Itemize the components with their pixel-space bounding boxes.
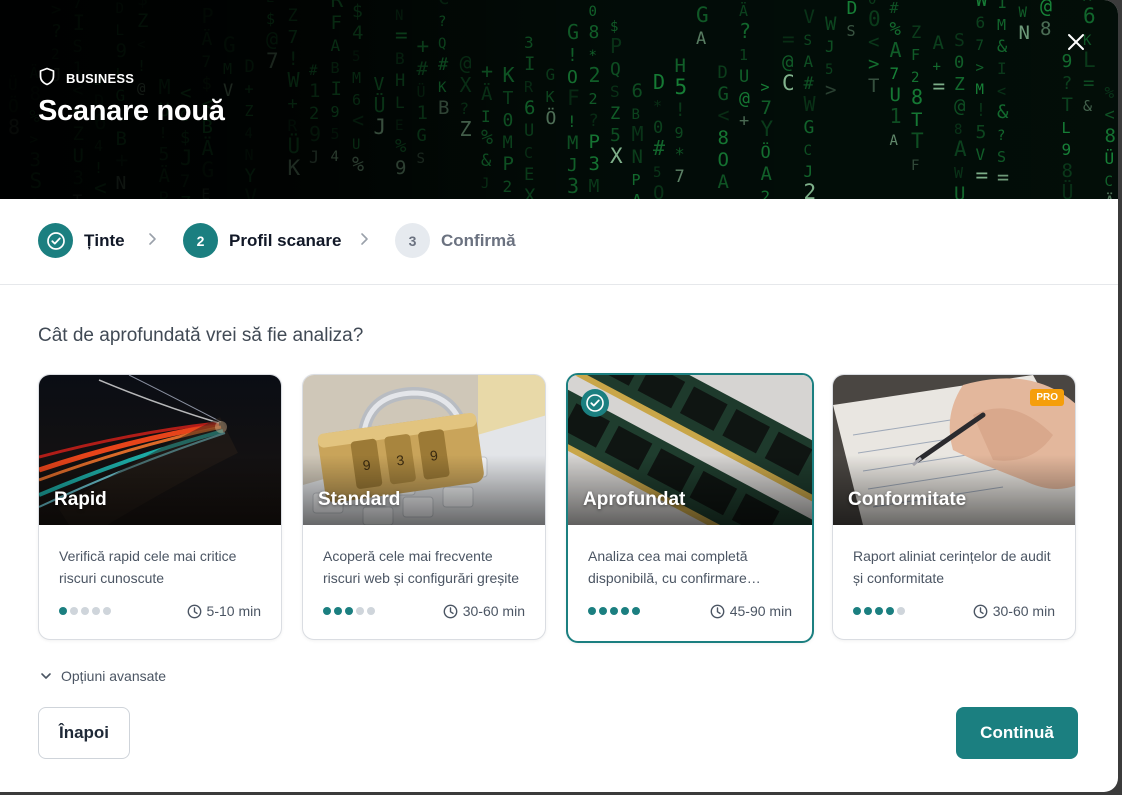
depth-dot [599, 607, 607, 615]
shield-icon [38, 67, 56, 89]
depth-dot [853, 607, 861, 615]
step-2-label: Profil scanare [229, 230, 342, 250]
depth-dot [81, 607, 89, 615]
card-description: Raport aliniat cerințelor de audit și co… [853, 548, 1051, 586]
modal-header: ÜÖ8Ä8%>3SQ>?2J7IS1<6ZU3TDD64!<DL9LG<B+N$… [0, 0, 1118, 199]
depth-dot [897, 607, 905, 615]
step-scan-profile[interactable]: 2 Profil scanare [183, 223, 341, 258]
profile-card-compliance[interactable]: PRO Conformitate Raport aliniat cerințel… [832, 374, 1076, 640]
depth-dot [886, 607, 894, 615]
new-scan-modal: ÜÖ8Ä8%>3SQ>?2J7IS1<6ZU3TDD64!<DL9LG<B+N$… [0, 0, 1118, 792]
close-button[interactable] [1062, 28, 1090, 56]
depth-dot [864, 607, 872, 615]
chevron-right-icon [149, 233, 156, 245]
back-button[interactable]: Înapoi [38, 707, 130, 759]
depth-dot [70, 607, 78, 615]
depth-indicator [588, 607, 640, 615]
card-title: Aprofundat [583, 489, 686, 510]
depth-dot [632, 607, 640, 615]
depth-question: Cât de aprofundată vrei să fie analiza? [38, 325, 364, 346]
card-description: Verifică rapid cele mai critice riscuri … [59, 548, 237, 586]
chevron-right-icon [361, 233, 368, 245]
continue-button[interactable]: Continuă [956, 707, 1078, 759]
card-duration: 30-60 min [973, 603, 1055, 619]
plan-badge: BUSINESS [38, 67, 134, 89]
chevron-down-icon [41, 673, 51, 679]
profile-card-standard[interactable]: 9 3 9 Standard Acoperă cele mai frecvent… [302, 374, 546, 640]
card-duration: 45-90 min [710, 603, 792, 619]
step-1-indicator [38, 223, 73, 258]
depth-dot [323, 607, 331, 615]
card-title: Conformitate [848, 489, 967, 510]
depth-dot [92, 607, 100, 615]
profile-card-deep[interactable]: Aprofundat Analiza cea mai completă disp… [566, 373, 814, 643]
pro-badge: PRO [1030, 389, 1064, 406]
card-title: Rapid [54, 489, 107, 510]
duration-text: 45-90 min [729, 603, 792, 619]
wizard-stepper: Ținte 2 Profil scanare 3 Confirmă [0, 199, 1118, 285]
plan-label: BUSINESS [66, 70, 135, 86]
depth-dot [334, 607, 342, 615]
advanced-options-toggle[interactable]: Opțiuni avansate [40, 668, 166, 684]
step-1-label: Ținte [84, 230, 125, 250]
duration-text: 30-60 min [462, 603, 525, 619]
depth-dot [345, 607, 353, 615]
page-title: Scanare nouă [38, 95, 225, 127]
clock-icon [973, 604, 988, 618]
selected-check-icon [581, 389, 609, 417]
card-title: Standard [318, 489, 401, 510]
clock-icon [710, 604, 725, 618]
depth-dot [610, 607, 618, 615]
card-description: Analiza cea mai completă disponibilă, cu… [588, 548, 748, 586]
depth-dot [875, 607, 883, 615]
depth-dot [356, 607, 364, 615]
check-circle-icon [46, 231, 65, 250]
clock-icon [443, 604, 458, 618]
step-3-label: Confirmă [441, 230, 516, 250]
close-icon [1068, 34, 1084, 50]
step-confirm[interactable]: 3 Confirmă [395, 223, 516, 258]
step-separator-1 [146, 231, 160, 247]
depth-dot [103, 607, 111, 615]
depth-indicator [59, 607, 111, 615]
card-duration: 5-10 min [187, 603, 261, 619]
step-targets[interactable]: Ținte [38, 223, 125, 258]
depth-dot [621, 607, 629, 615]
step-3-indicator: 3 [395, 223, 430, 258]
card-description: Acoperă cele mai frecvente riscuri web ș… [323, 548, 520, 586]
depth-dot [588, 607, 596, 615]
clock-icon [187, 604, 201, 618]
duration-text: 5-10 min [206, 603, 261, 619]
depth-indicator [853, 607, 905, 615]
step-separator-2 [358, 231, 372, 247]
card-duration: 30-60 min [443, 603, 525, 619]
advanced-options-label: Opțiuni avansate [61, 668, 167, 684]
profile-card-rapid[interactable]: Rapid Verifică rapid cele mai critice ri… [38, 374, 282, 640]
depth-dot [59, 607, 67, 615]
depth-indicator [323, 607, 375, 615]
duration-text: 30-60 min [992, 603, 1055, 619]
step-2-indicator: 2 [183, 223, 218, 258]
depth-dot [367, 607, 375, 615]
